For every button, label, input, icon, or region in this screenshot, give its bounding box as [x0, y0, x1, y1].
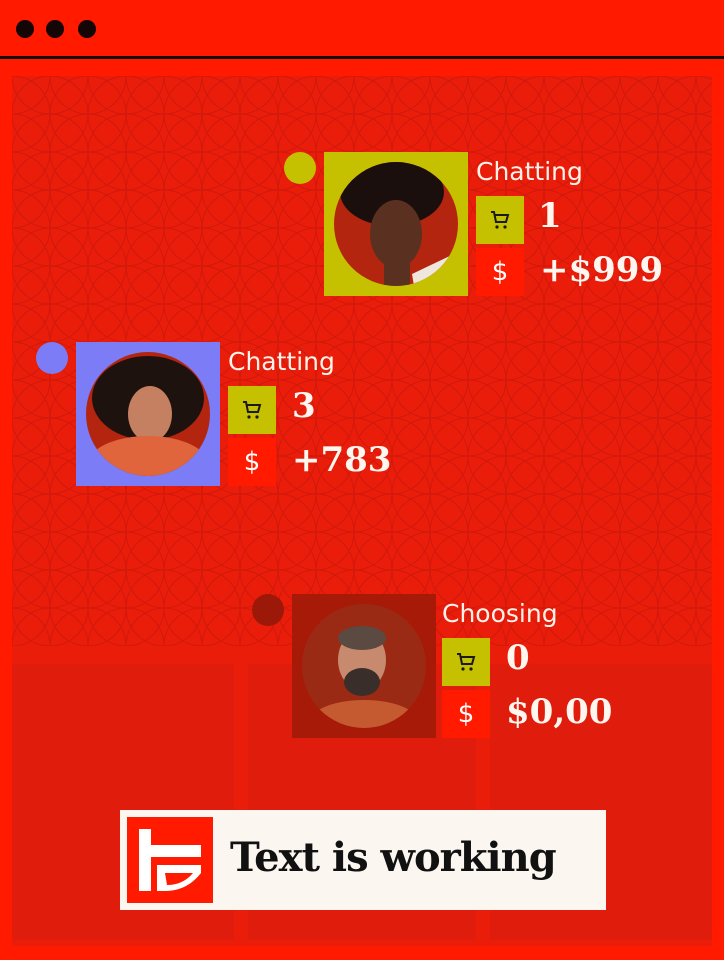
amount-value: +783 [292, 440, 392, 480]
status-dot [252, 594, 284, 626]
window-control-dot-2[interactable] [46, 20, 64, 38]
cart-count: 1 [538, 196, 562, 236]
cart-count: 3 [292, 386, 316, 426]
cart-count: 0 [506, 638, 530, 678]
avatar [86, 352, 210, 476]
brand-logo-icon [127, 817, 213, 903]
dollar-icon: $ [457, 699, 475, 729]
cart-badge [228, 386, 276, 434]
status-banner: Text is working [120, 810, 606, 910]
amount-value: +$999 [540, 250, 664, 290]
avatar [334, 162, 458, 286]
avatar-frame [76, 342, 220, 486]
amount-badge: $ [442, 690, 490, 738]
dollar-icon: $ [243, 447, 261, 477]
dollar-icon: $ [491, 257, 509, 287]
window-control-dot-1[interactable] [16, 20, 34, 38]
avatar-frame [324, 152, 468, 296]
cart-badge [442, 638, 490, 686]
avatar [302, 604, 426, 728]
cart-icon [491, 211, 510, 229]
cart-icon [457, 653, 476, 671]
banner-text: Text is working [230, 834, 557, 881]
amount-value: $0,00 [506, 692, 613, 732]
window-control-dot-3[interactable] [78, 20, 96, 38]
cart-badge [476, 196, 524, 244]
status-label: Chatting [228, 347, 335, 376]
status-dot [284, 152, 316, 184]
amount-badge: $ [476, 248, 524, 296]
status-dot [36, 342, 68, 374]
status-label: Chatting [476, 157, 583, 186]
amount-badge: $ [228, 438, 276, 486]
avatar-frame [292, 594, 436, 738]
window-top-bar [0, 0, 724, 59]
cart-icon [243, 401, 262, 419]
status-label: Choosing [442, 599, 558, 628]
